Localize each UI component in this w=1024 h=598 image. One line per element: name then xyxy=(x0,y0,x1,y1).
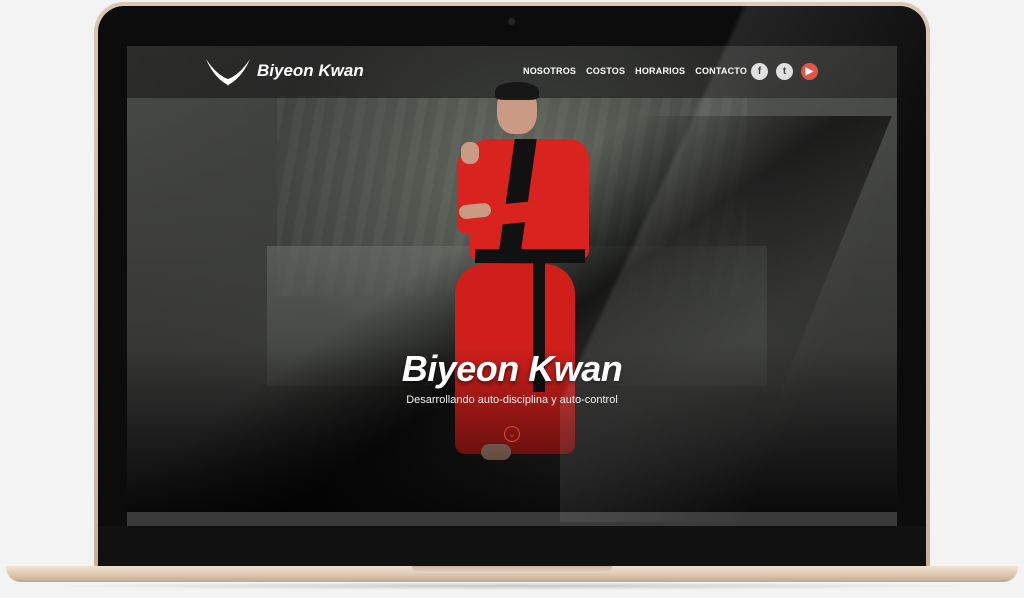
navbar: Biyeon Kwan NOSOTROS COSTOS HORARIOS CON… xyxy=(127,46,897,98)
nav-link-costos[interactable]: COSTOS xyxy=(586,66,625,76)
brand-name[interactable]: Biyeon Kwan xyxy=(257,61,364,81)
camera xyxy=(508,18,515,25)
section-stripe xyxy=(127,512,897,526)
main-nav: NOSOTROS COSTOS HORARIOS CONTACTO xyxy=(523,66,747,76)
chevron-down-icon[interactable]: ⌄ xyxy=(504,426,520,442)
facebook-icon[interactable]: f xyxy=(751,63,768,80)
social-links: f t ▶ xyxy=(751,63,818,80)
fighter-fist xyxy=(461,142,479,164)
hero-subtitle: Desarrollando auto-disciplina y auto-con… xyxy=(406,394,618,406)
laptop-bezel-bottom xyxy=(98,526,926,566)
laptop-screen: Biyeon Kwan NOSOTROS COSTOS HORARIOS CON… xyxy=(127,46,897,526)
twitter-icon[interactable]: t xyxy=(776,63,793,80)
nav-link-nosotros[interactable]: NOSOTROS xyxy=(523,66,576,76)
hero-title: Biyeon Kwan xyxy=(401,348,623,389)
youtube-icon[interactable]: ▶ xyxy=(801,63,818,80)
eagle-logo-icon[interactable] xyxy=(204,57,252,87)
laptop-shadow xyxy=(40,582,984,590)
nav-link-horarios[interactable]: HORARIOS xyxy=(635,66,685,76)
fighter-belt xyxy=(475,249,585,263)
laptop-notch xyxy=(412,566,612,573)
nav-link-contacto[interactable]: CONTACTO xyxy=(695,66,747,76)
